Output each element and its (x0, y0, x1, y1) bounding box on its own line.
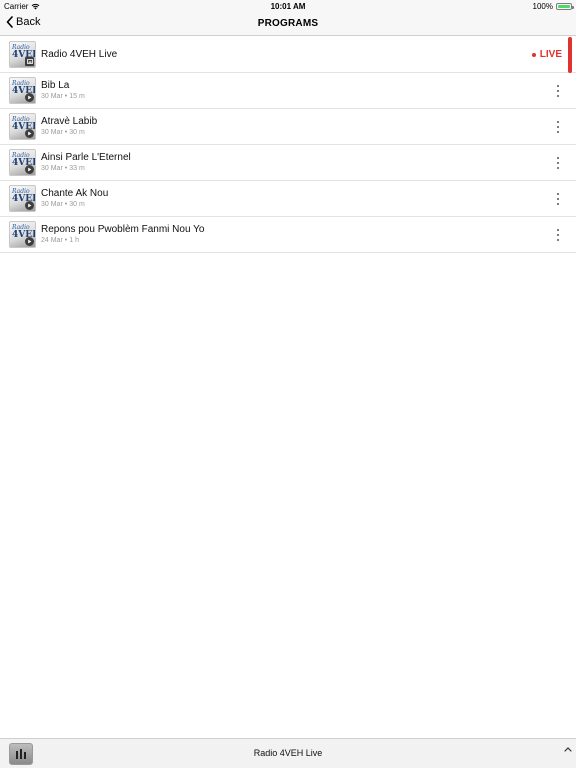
program-date: 30 Mar (41, 93, 63, 100)
program-thumbnail: Radio 4VEH (9, 113, 36, 140)
separator-dot: • (64, 237, 68, 244)
more-dot (557, 193, 559, 195)
program-meta: 30 Mar • 30 m (41, 128, 97, 138)
live-dot-icon (531, 52, 536, 57)
more-options-button[interactable] (554, 193, 562, 205)
more-dot (557, 95, 559, 97)
more-dot (557, 126, 559, 128)
program-duration: 30 m (69, 129, 85, 136)
more-dot (557, 239, 559, 241)
more-dot (557, 90, 559, 92)
live-row-text: Radio 4VEH Live (41, 37, 117, 72)
program-meta: 30 Mar • 30 m (41, 200, 108, 210)
mini-player-title: Radio 4VEH Live (253, 748, 323, 758)
live-stream-icon (25, 57, 34, 66)
program-row[interactable]: Radio 4VEH Ainsi Parle L'Eternel 30 Mar … (0, 145, 576, 181)
more-options-button[interactable] (554, 229, 562, 241)
program-title: Atravè Labib (41, 116, 98, 127)
more-options-button[interactable] (554, 121, 562, 133)
program-date: 30 Mar (41, 165, 63, 172)
more-dot (557, 157, 559, 159)
more-dot (557, 229, 559, 231)
more-dot (557, 121, 559, 123)
program-list: Radio 4VEH Radio 4VEH Live LIVE Radio 4V… (0, 37, 576, 253)
program-thumbnail: Radio 4VEH (9, 221, 36, 248)
program-meta: 24 Mar • 1 h (41, 236, 204, 246)
play-icon (25, 129, 34, 138)
program-row[interactable]: Radio 4VEH Atravè Labib 30 Mar • 30 m (0, 109, 576, 145)
program-rows: Radio 4VEH Bib La 30 Mar • 15 m Radio 4V… (0, 73, 576, 253)
program-date: 30 Mar (41, 129, 63, 136)
battery-fill (558, 5, 570, 8)
mini-player[interactable]: Radio 4VEH Live (0, 738, 576, 768)
chevron-up-icon (564, 747, 572, 752)
program-duration: 15 m (69, 93, 85, 100)
program-thumbnail: Radio 4VEH (9, 77, 36, 104)
separator-dot: • (64, 93, 68, 100)
play-icon (25, 201, 34, 210)
program-date: 24 Mar (41, 237, 63, 244)
program-row[interactable]: Radio 4VEH Chante Ak Nou 30 Mar • 30 m (0, 181, 576, 217)
battery-icon (556, 3, 574, 10)
more-dot (557, 203, 559, 205)
scroll-indicator[interactable] (568, 37, 572, 73)
program-row-text: Chante Ak Nou 30 Mar • 30 m (41, 181, 108, 216)
program-thumbnail: Radio 4VEH (9, 185, 36, 212)
play-icon (25, 93, 34, 102)
live-stream-title: Radio 4VEH Live (41, 49, 118, 60)
program-title: Repons pou Pwoblèm Fanmi Nou Yo (41, 224, 205, 235)
more-dot (557, 162, 559, 164)
more-options-button[interactable] (554, 85, 562, 97)
program-row[interactable]: Radio 4VEH Bib La 30 Mar • 15 m (0, 73, 576, 109)
live-label: LIVE (539, 49, 562, 60)
program-row-text: Ainsi Parle L'Eternel 30 Mar • 33 m (41, 145, 131, 180)
play-icon (25, 237, 34, 246)
more-dot (557, 131, 559, 133)
program-row[interactable]: Radio 4VEH Repons pou Pwoblèm Fanmi Nou … (0, 217, 576, 253)
live-stream-row[interactable]: Radio 4VEH Radio 4VEH Live LIVE (0, 37, 576, 73)
battery-indicator: 100% (532, 2, 574, 11)
live-badge: LIVE (531, 49, 562, 60)
program-thumbnail: Radio 4VEH (9, 149, 36, 176)
status-time: 10:01 AM (270, 2, 306, 11)
program-title: Chante Ak Nou (41, 188, 109, 199)
station-logo-thumbnail: Radio 4VEH (9, 41, 36, 68)
program-title: Ainsi Parle L'Eternel (41, 152, 131, 163)
program-row-text: Repons pou Pwoblèm Fanmi Nou Yo 24 Mar •… (41, 217, 204, 252)
program-row-text: Bib La 30 Mar • 15 m (41, 73, 85, 108)
program-date: 30 Mar (41, 201, 63, 208)
more-dot (557, 85, 559, 87)
program-meta: 30 Mar • 15 m (41, 92, 85, 102)
more-dot (557, 198, 559, 200)
program-meta: 30 Mar • 33 m (41, 164, 131, 174)
battery-percent: 100% (532, 2, 553, 11)
page-title: PROGRAMS (257, 18, 319, 29)
program-duration: 1 h (69, 237, 79, 244)
more-dot (557, 234, 559, 236)
program-duration: 33 m (69, 165, 85, 172)
play-icon (25, 165, 34, 174)
expand-player-button[interactable] (563, 740, 573, 752)
program-title: Bib La (41, 80, 70, 91)
navigation-bar: Back PROGRAMS (0, 12, 576, 36)
status-bar: Carrier 10:01 AM 100% (0, 0, 576, 12)
program-row-text: Atravè Labib 30 Mar • 30 m (41, 109, 97, 144)
separator-dot: • (64, 201, 68, 208)
program-duration: 30 m (69, 201, 85, 208)
separator-dot: • (64, 165, 68, 172)
more-options-button[interactable] (554, 157, 562, 169)
more-dot (557, 167, 559, 169)
separator-dot: • (64, 129, 68, 136)
